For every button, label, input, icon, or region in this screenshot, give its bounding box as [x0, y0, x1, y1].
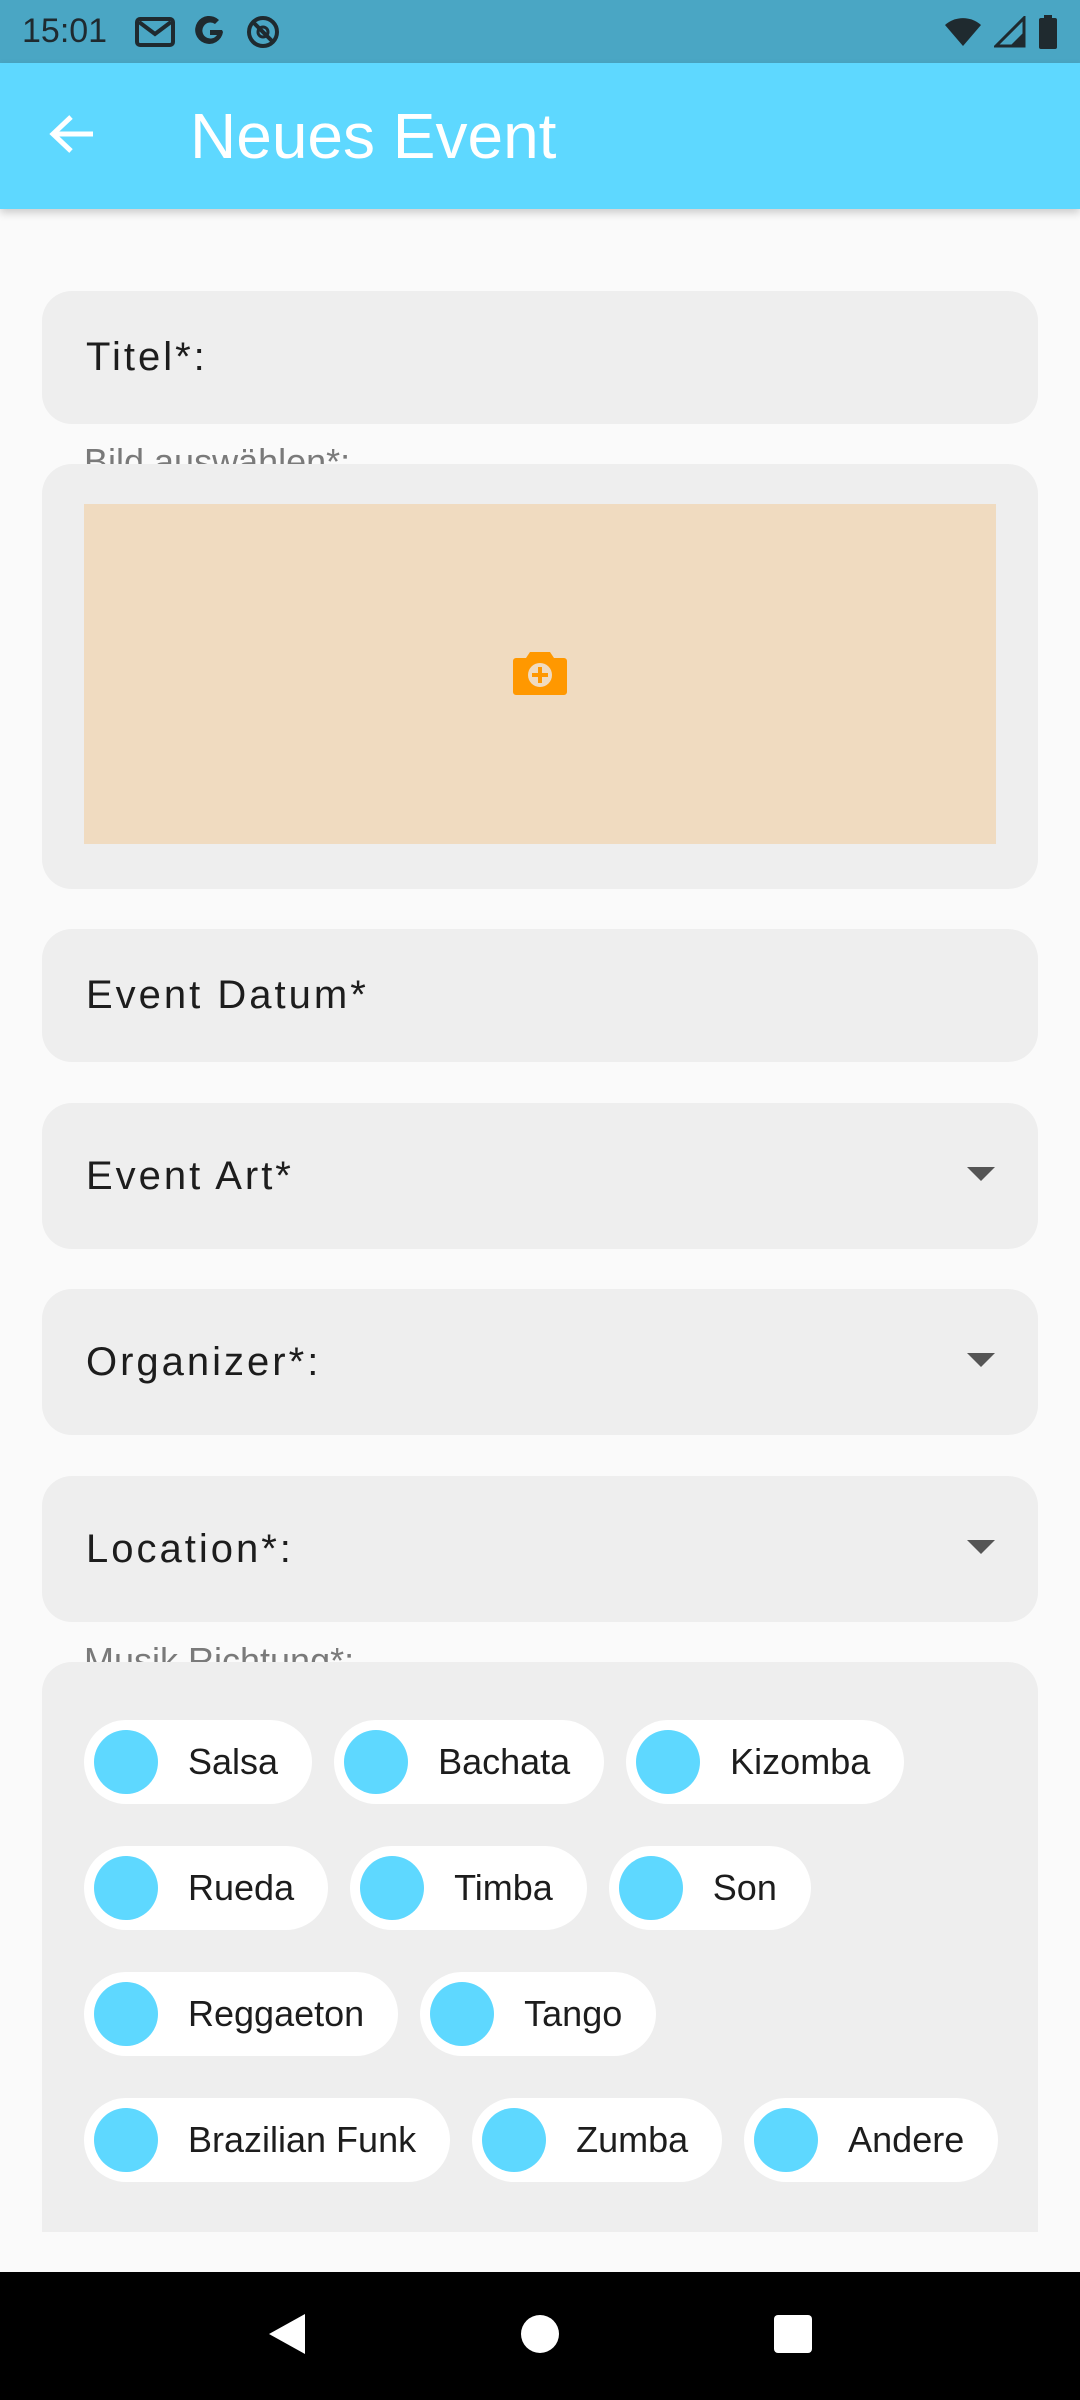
image-card — [42, 464, 1038, 889]
wifi-icon — [944, 17, 982, 47]
recents-square-icon — [773, 2314, 813, 2359]
chips-row: Rueda Timba Son — [84, 1846, 811, 1930]
chip-label: Brazilian Funk — [188, 2119, 417, 2160]
event-type-dropdown[interactable]: Event Art* — [42, 1103, 1038, 1249]
chip-label: Salsa — [188, 1741, 279, 1782]
battery-icon — [1038, 14, 1058, 49]
chip-timba[interactable]: Timba — [350, 1846, 587, 1930]
chip-label: Bachata — [438, 1741, 571, 1782]
dropdown-arrow-icon — [966, 1166, 996, 1187]
chip-avatar — [360, 1856, 425, 1920]
signal-icon — [994, 15, 1026, 48]
app-bar: Neues Event — [0, 63, 1080, 209]
chip-rueda[interactable]: Rueda — [84, 1846, 329, 1930]
page-title: Neues Event — [190, 100, 557, 172]
chips-row: Reggaeton Tango — [84, 1972, 657, 2056]
gmail-icon — [135, 16, 176, 48]
chip-label: Reggaeton — [188, 1993, 365, 2034]
chip-kizomba[interactable]: Kizomba — [626, 1720, 905, 1804]
event-type-label: Event Art* — [86, 1153, 294, 1198]
add-photo-camera-icon — [512, 648, 568, 701]
chip-tango[interactable]: Tango — [420, 1972, 657, 2056]
chip-brazilian-funk[interactable]: Brazilian Funk — [84, 2098, 451, 2182]
chip-label: Timba — [454, 1867, 553, 1908]
home-circle-icon — [520, 2314, 560, 2359]
chip-avatar — [430, 1982, 495, 2046]
nav-back-button[interactable] — [247, 2296, 327, 2376]
chip-label: Son — [712, 1867, 777, 1908]
location-label: Location*: — [86, 1526, 294, 1571]
nav-recents-button[interactable] — [753, 2296, 833, 2376]
image-picker[interactable] — [84, 504, 996, 844]
organizer-dropdown[interactable]: Organizer*: — [42, 1289, 1038, 1435]
event-date-field[interactable]: Event Datum* — [42, 929, 1038, 1062]
chip-avatar — [636, 1730, 701, 1794]
chip-avatar — [94, 2108, 158, 2172]
chip-label: Andere — [848, 2119, 965, 2160]
organizer-label: Organizer*: — [86, 1339, 322, 1384]
chip-avatar — [94, 1730, 158, 1794]
chip-label: Zumba — [576, 2119, 689, 2160]
at-sign-icon — [245, 14, 281, 50]
chip-bachata[interactable]: Bachata — [334, 1720, 605, 1804]
chip-avatar — [344, 1730, 409, 1794]
chip-avatar — [94, 1982, 158, 2046]
location-dropdown[interactable]: Location*: — [42, 1476, 1038, 1622]
title-label: Titel*: — [86, 335, 208, 379]
status-bar: 15:01 — [0, 0, 1080, 63]
google-icon — [193, 15, 227, 49]
back-button[interactable] — [22, 86, 122, 186]
chip-label: Tango — [524, 1993, 623, 2034]
chip-avatar — [754, 2108, 819, 2172]
nav-home-button[interactable] — [500, 2296, 580, 2376]
chip-label: Kizomba — [730, 1741, 871, 1782]
chip-avatar — [94, 1856, 158, 1920]
chips-row: Brazilian Funk Zumba Andere — [84, 2098, 999, 2182]
chip-son[interactable]: Son — [608, 1846, 811, 1930]
chip-reggaeton[interactable]: Reggaeton — [84, 1972, 399, 2056]
title-input[interactable]: Titel*: — [42, 291, 1038, 424]
chip-zumba[interactable]: Zumba — [472, 2098, 723, 2182]
back-triangle-icon — [267, 2312, 307, 2361]
arrow-left-icon — [49, 114, 95, 159]
chip-andere[interactable]: Andere — [744, 2098, 999, 2182]
chip-avatar — [618, 1856, 683, 1920]
system-nav-bar — [0, 2272, 1080, 2400]
music-card: Salsa Bachata Kizomba Rueda Timba Son Re… — [42, 1662, 1038, 2232]
chip-avatar — [482, 2108, 547, 2172]
dropdown-arrow-icon — [966, 1352, 996, 1373]
status-time: 15:01 — [22, 12, 108, 50]
chips-row: Salsa Bachata Kizomba — [84, 1720, 905, 1804]
dropdown-arrow-icon — [966, 1539, 996, 1560]
chip-salsa[interactable]: Salsa — [84, 1720, 313, 1804]
chip-label: Rueda — [188, 1867, 295, 1908]
event-date-label: Event Datum* — [86, 973, 369, 1017]
